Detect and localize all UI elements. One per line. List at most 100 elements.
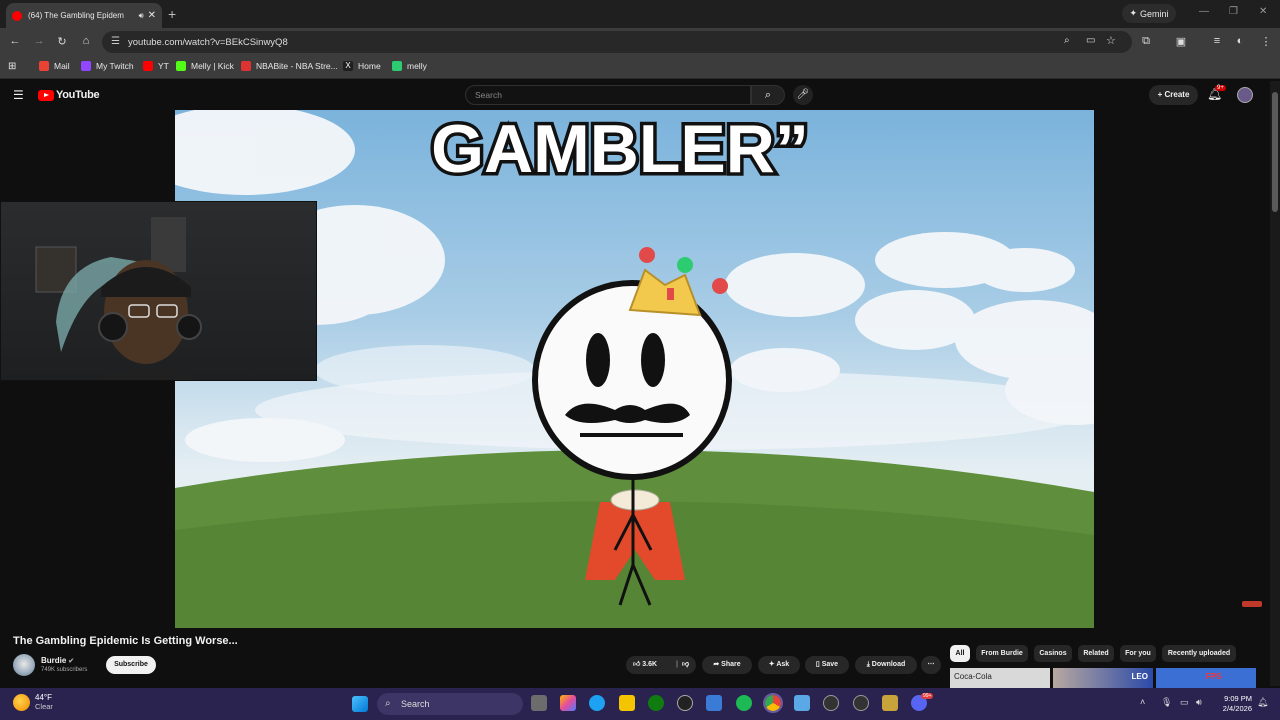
volume-icon[interactable]: 🔊︎ bbox=[1196, 697, 1202, 708]
webcam-overlay bbox=[0, 201, 317, 381]
thumbs-down-icon[interactable]: 👎︎ bbox=[682, 656, 689, 674]
forward-icon[interactable]: → bbox=[32, 35, 46, 47]
extensions-icon[interactable]: ⧉ bbox=[1139, 35, 1153, 48]
taskbar-clock[interactable]: 9:09 PM 2/4/2026 bbox=[1214, 694, 1252, 714]
create-label: Create bbox=[1164, 90, 1190, 99]
copilot-icon[interactable] bbox=[560, 695, 576, 711]
thumbs-up-icon: 👍︎ bbox=[633, 661, 641, 668]
save-button[interactable]: ▯ Save bbox=[805, 656, 849, 674]
browser-tab[interactable]: (64) The Gambling Epidem 🔊︎ ✕ bbox=[6, 3, 162, 28]
restore-icon[interactable]: ❐ bbox=[1229, 6, 1238, 17]
subscriber-count: 749K subscribers bbox=[41, 667, 88, 673]
clock-time: 9:09 PM bbox=[1224, 694, 1252, 703]
chip-casinos[interactable]: Casinos bbox=[1034, 645, 1072, 662]
home-icon[interactable]: ⌂ bbox=[79, 35, 93, 47]
chip-related[interactable]: Related bbox=[1078, 645, 1114, 662]
taskbar-search[interactable]: ⌕ Search bbox=[377, 693, 523, 715]
account-avatar[interactable] bbox=[1237, 87, 1253, 103]
thumbnail-2[interactable]: LEO bbox=[1053, 668, 1153, 688]
sun-icon bbox=[13, 693, 30, 711]
windows-start-icon[interactable] bbox=[352, 696, 368, 712]
obs-icon[interactable] bbox=[853, 695, 869, 711]
logo-text: YouTube bbox=[56, 89, 100, 101]
bookmarks-bar: ⊞ Mail My Twitch YT Melly | Kick NBABite… bbox=[0, 57, 1280, 79]
bookmark-home[interactable]: X Home bbox=[343, 61, 381, 71]
youtube-header: ☰ YouTube Search ⌕ 🎤︎ + Create 🔔︎ 9+ bbox=[0, 81, 1280, 110]
tab-close-icon[interactable]: ✕ bbox=[148, 10, 156, 21]
notification-badge: 9+ bbox=[1215, 85, 1226, 91]
weather-temperature: 44°F bbox=[35, 693, 52, 702]
file-explorer-icon[interactable] bbox=[619, 695, 635, 711]
chip-from-burdie[interactable]: From Burdie bbox=[976, 645, 1028, 662]
speaker-icon[interactable]: 🔊︎ bbox=[139, 11, 144, 21]
search-button[interactable]: ⌕ bbox=[751, 85, 785, 105]
channel-avatar[interactable] bbox=[13, 654, 35, 676]
bookmark-yt[interactable]: YT bbox=[143, 61, 169, 71]
twitch-icon bbox=[81, 61, 91, 71]
notification-center-icon[interactable]: 🔔︎ bbox=[1257, 697, 1268, 708]
thumbnail-1[interactable]: Coca-Cola bbox=[950, 668, 1050, 688]
ask-button[interactable]: ✦ Ask bbox=[758, 656, 800, 674]
media-player-icon[interactable] bbox=[823, 695, 839, 711]
profile-icon[interactable]: ◐ bbox=[1233, 35, 1247, 47]
reading-list-icon[interactable]: ≡ bbox=[1210, 35, 1224, 47]
hamburger-menu-icon[interactable]: ☰ bbox=[13, 88, 24, 102]
more-actions-button[interactable]: ⋯ bbox=[921, 656, 941, 674]
photos-icon[interactable] bbox=[794, 695, 810, 711]
streamer-webcam bbox=[35, 217, 202, 380]
create-button[interactable]: + Create bbox=[1149, 85, 1198, 105]
windows-taskbar bbox=[0, 688, 1280, 720]
gemini-button[interactable]: ✦ Gemini bbox=[1122, 4, 1176, 23]
microphone-icon[interactable]: 🎙︎ bbox=[1161, 697, 1172, 708]
xbox-icon[interactable] bbox=[648, 695, 664, 711]
zoom-icon[interactable]: ⌕ bbox=[1064, 35, 1070, 46]
chip-all[interactable]: All bbox=[950, 645, 970, 662]
like-button[interactable]: 👍︎ 3.6K | 👎︎ bbox=[626, 656, 696, 674]
bookmark-star-icon[interactable]: ☆ bbox=[1106, 34, 1116, 47]
network-icon[interactable]: ▭ bbox=[1180, 697, 1189, 708]
spotify-icon[interactable] bbox=[736, 695, 752, 711]
menu-kebab-icon[interactable]: ⋮ bbox=[1259, 35, 1273, 48]
apps-grid-icon[interactable]: ⊞ bbox=[8, 61, 16, 72]
search-input[interactable]: Search bbox=[465, 85, 751, 105]
edge-icon[interactable] bbox=[589, 695, 605, 711]
bookmark-nbabite[interactable]: NBABite - NBA Stre... bbox=[241, 61, 338, 71]
task-view-icon[interactable] bbox=[531, 695, 547, 711]
share-icon: ➦ bbox=[713, 661, 722, 668]
window-close-icon[interactable]: ✕ bbox=[1259, 6, 1267, 17]
download-button[interactable]: ⤓ Download bbox=[855, 656, 917, 674]
browser-tab-strip: (64) The Gambling Epidem 🔊︎ ✕ + ✦ Gemini… bbox=[0, 0, 1280, 28]
scrollbar-thumb[interactable] bbox=[1272, 92, 1278, 212]
subscribe-button[interactable]: Subscribe bbox=[106, 656, 156, 674]
weather-widget[interactable]: 44°F Clear bbox=[13, 693, 53, 711]
bookmark-mail[interactable]: Mail bbox=[39, 61, 70, 71]
x-logo-icon: X bbox=[343, 61, 353, 71]
back-icon[interactable]: ← bbox=[8, 35, 22, 47]
youtube-logo[interactable]: YouTube bbox=[38, 89, 100, 101]
chip-for-you[interactable]: For you bbox=[1120, 645, 1156, 662]
install-app-icon[interactable]: ▭ bbox=[1086, 35, 1095, 46]
voice-search-mic-icon[interactable]: 🎤︎ bbox=[793, 85, 813, 105]
discord-badge: 99+ bbox=[921, 693, 934, 699]
new-tab-button[interactable]: + bbox=[168, 6, 176, 22]
steam-icon[interactable] bbox=[677, 695, 693, 711]
reload-icon[interactable]: ↻ bbox=[55, 35, 69, 48]
share-button[interactable]: ➦ Share bbox=[702, 656, 752, 674]
chip-recently-uploaded[interactable]: Recently uploaded bbox=[1162, 645, 1236, 662]
channel-name[interactable]: Burdie ✔ bbox=[41, 656, 74, 665]
bookmark-melly-kick[interactable]: Melly | Kick bbox=[176, 61, 234, 71]
thumbnail-3[interactable]: FPS bbox=[1156, 668, 1256, 688]
site-info-icon[interactable]: ☰ bbox=[111, 36, 120, 47]
address-bar[interactable]: ☰ youtube.com/watch?v=BEkCSinwyQ8 ⌕ ▭ ☆ bbox=[102, 31, 1132, 53]
bookmark-my-twitch[interactable]: My Twitch bbox=[81, 61, 134, 71]
minimize-icon[interactable]: — bbox=[1199, 6, 1209, 17]
app-icon[interactable] bbox=[882, 695, 898, 711]
tray-chevron-icon[interactable]: ˄ bbox=[1140, 697, 1145, 707]
verified-check-icon: ✔ bbox=[66, 658, 75, 665]
bookmark-melly[interactable]: melly bbox=[392, 61, 427, 71]
nbabite-icon bbox=[241, 61, 251, 71]
store-icon[interactable] bbox=[706, 695, 722, 711]
headphones bbox=[98, 312, 128, 342]
chrome-icon[interactable] bbox=[763, 693, 783, 713]
side-panel-icon[interactable]: ▣ bbox=[1174, 35, 1188, 48]
